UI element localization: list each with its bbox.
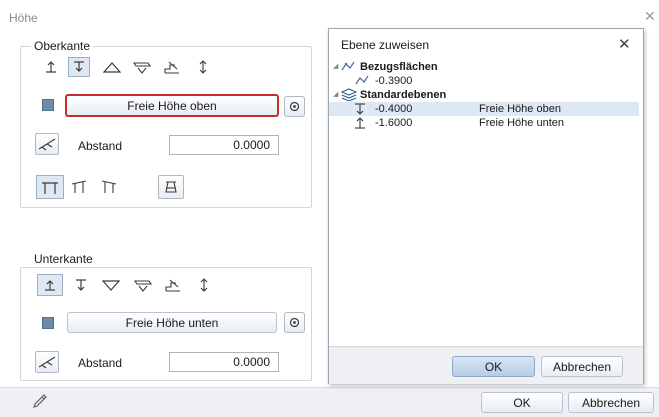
plane-icon[interactable] <box>131 57 153 77</box>
expand-icon[interactable]: ◢ <box>333 60 338 74</box>
tree-node-standardebenen[interactable]: ◢ Standardebenen <box>329 88 639 102</box>
arrows-updown-icon[interactable] <box>192 57 214 77</box>
ebene-zuweisen-dialog: Ebene zuweisen ✕ ◢ Bezugsflächen -0.3900… <box>328 28 644 384</box>
cone-icon[interactable] <box>158 175 184 199</box>
popup-footer: OK Abbrechen <box>329 346 643 384</box>
eyedropper-icon[interactable] <box>32 393 48 412</box>
cancel-button[interactable]: Abbrechen <box>568 392 654 413</box>
incline-icon[interactable] <box>35 133 59 155</box>
level-up-icon <box>354 116 366 133</box>
freie-hoehe-oben-button[interactable]: Freie Höhe oben <box>65 94 279 117</box>
oberkante-group-label: Oberkante <box>31 39 94 53</box>
tree-item-value: -0.4000 <box>375 103 413 115</box>
frame-icon[interactable] <box>98 176 120 196</box>
incline-icon[interactable] <box>35 351 59 373</box>
plane-icon[interactable] <box>132 275 154 295</box>
tree-item-name: Freie Höhe unten <box>479 117 564 129</box>
tree-item-freie-hoehe-oben[interactable]: -0.4000 Freie Höhe oben <box>329 102 639 116</box>
tree-item[interactable]: -0.3900 <box>329 74 639 88</box>
tree-item-freie-hoehe-unten[interactable]: -1.6000 Freie Höhe unten <box>329 116 639 130</box>
arrows-updown-icon[interactable] <box>193 275 215 295</box>
settings-icon[interactable] <box>284 312 305 333</box>
triangle-down-icon[interactable] <box>100 275 122 295</box>
info-icon[interactable] <box>42 317 54 329</box>
align-top-icon[interactable] <box>37 274 63 296</box>
align-bottom-icon[interactable] <box>68 57 90 77</box>
tree-node-label: Standardebenen <box>360 89 447 101</box>
window-close-button[interactable]: ✕ <box>644 9 658 23</box>
tree-node-label: Bezugsflächen <box>360 61 438 73</box>
frame-icon[interactable] <box>36 175 64 199</box>
align-top-icon[interactable] <box>40 57 62 77</box>
oberkante-abstand-label: Abstand <box>78 139 123 153</box>
oberkante-abstand-field[interactable]: 0.0000 <box>169 135 279 155</box>
popup-close-button[interactable]: ✕ <box>618 35 631 53</box>
stairs-icon[interactable] <box>161 57 183 77</box>
tree-item-value: -1.6000 <box>375 117 413 129</box>
popup-title: Ebene zuweisen <box>341 38 430 52</box>
stairs-icon[interactable] <box>162 275 184 295</box>
unterkante-abstand-field[interactable]: 0.0000 <box>169 352 279 372</box>
triangle-up-icon[interactable] <box>101 57 123 77</box>
window-title: Höhe <box>9 11 38 25</box>
unterkante-abstand-label: Abstand <box>78 356 123 370</box>
tree-item-name: Freie Höhe oben <box>479 103 561 115</box>
popup-cancel-button[interactable]: Abbrechen <box>541 356 623 377</box>
expand-icon[interactable]: ◢ <box>333 88 338 102</box>
tree-item-value: -0.3900 <box>375 75 413 87</box>
tree-node-bezugsflaechen[interactable]: ◢ Bezugsflächen <box>329 60 639 74</box>
settings-icon[interactable] <box>284 96 305 117</box>
unterkante-group-label: Unterkante <box>31 252 96 266</box>
popup-ok-button[interactable]: OK <box>452 356 535 377</box>
info-icon[interactable] <box>42 99 54 111</box>
freie-hoehe-unten-button[interactable]: Freie Höhe unten <box>67 312 277 333</box>
frame-icon[interactable] <box>68 176 90 196</box>
align-bottom-icon[interactable] <box>70 275 92 295</box>
ok-button[interactable]: OK <box>481 392 563 413</box>
